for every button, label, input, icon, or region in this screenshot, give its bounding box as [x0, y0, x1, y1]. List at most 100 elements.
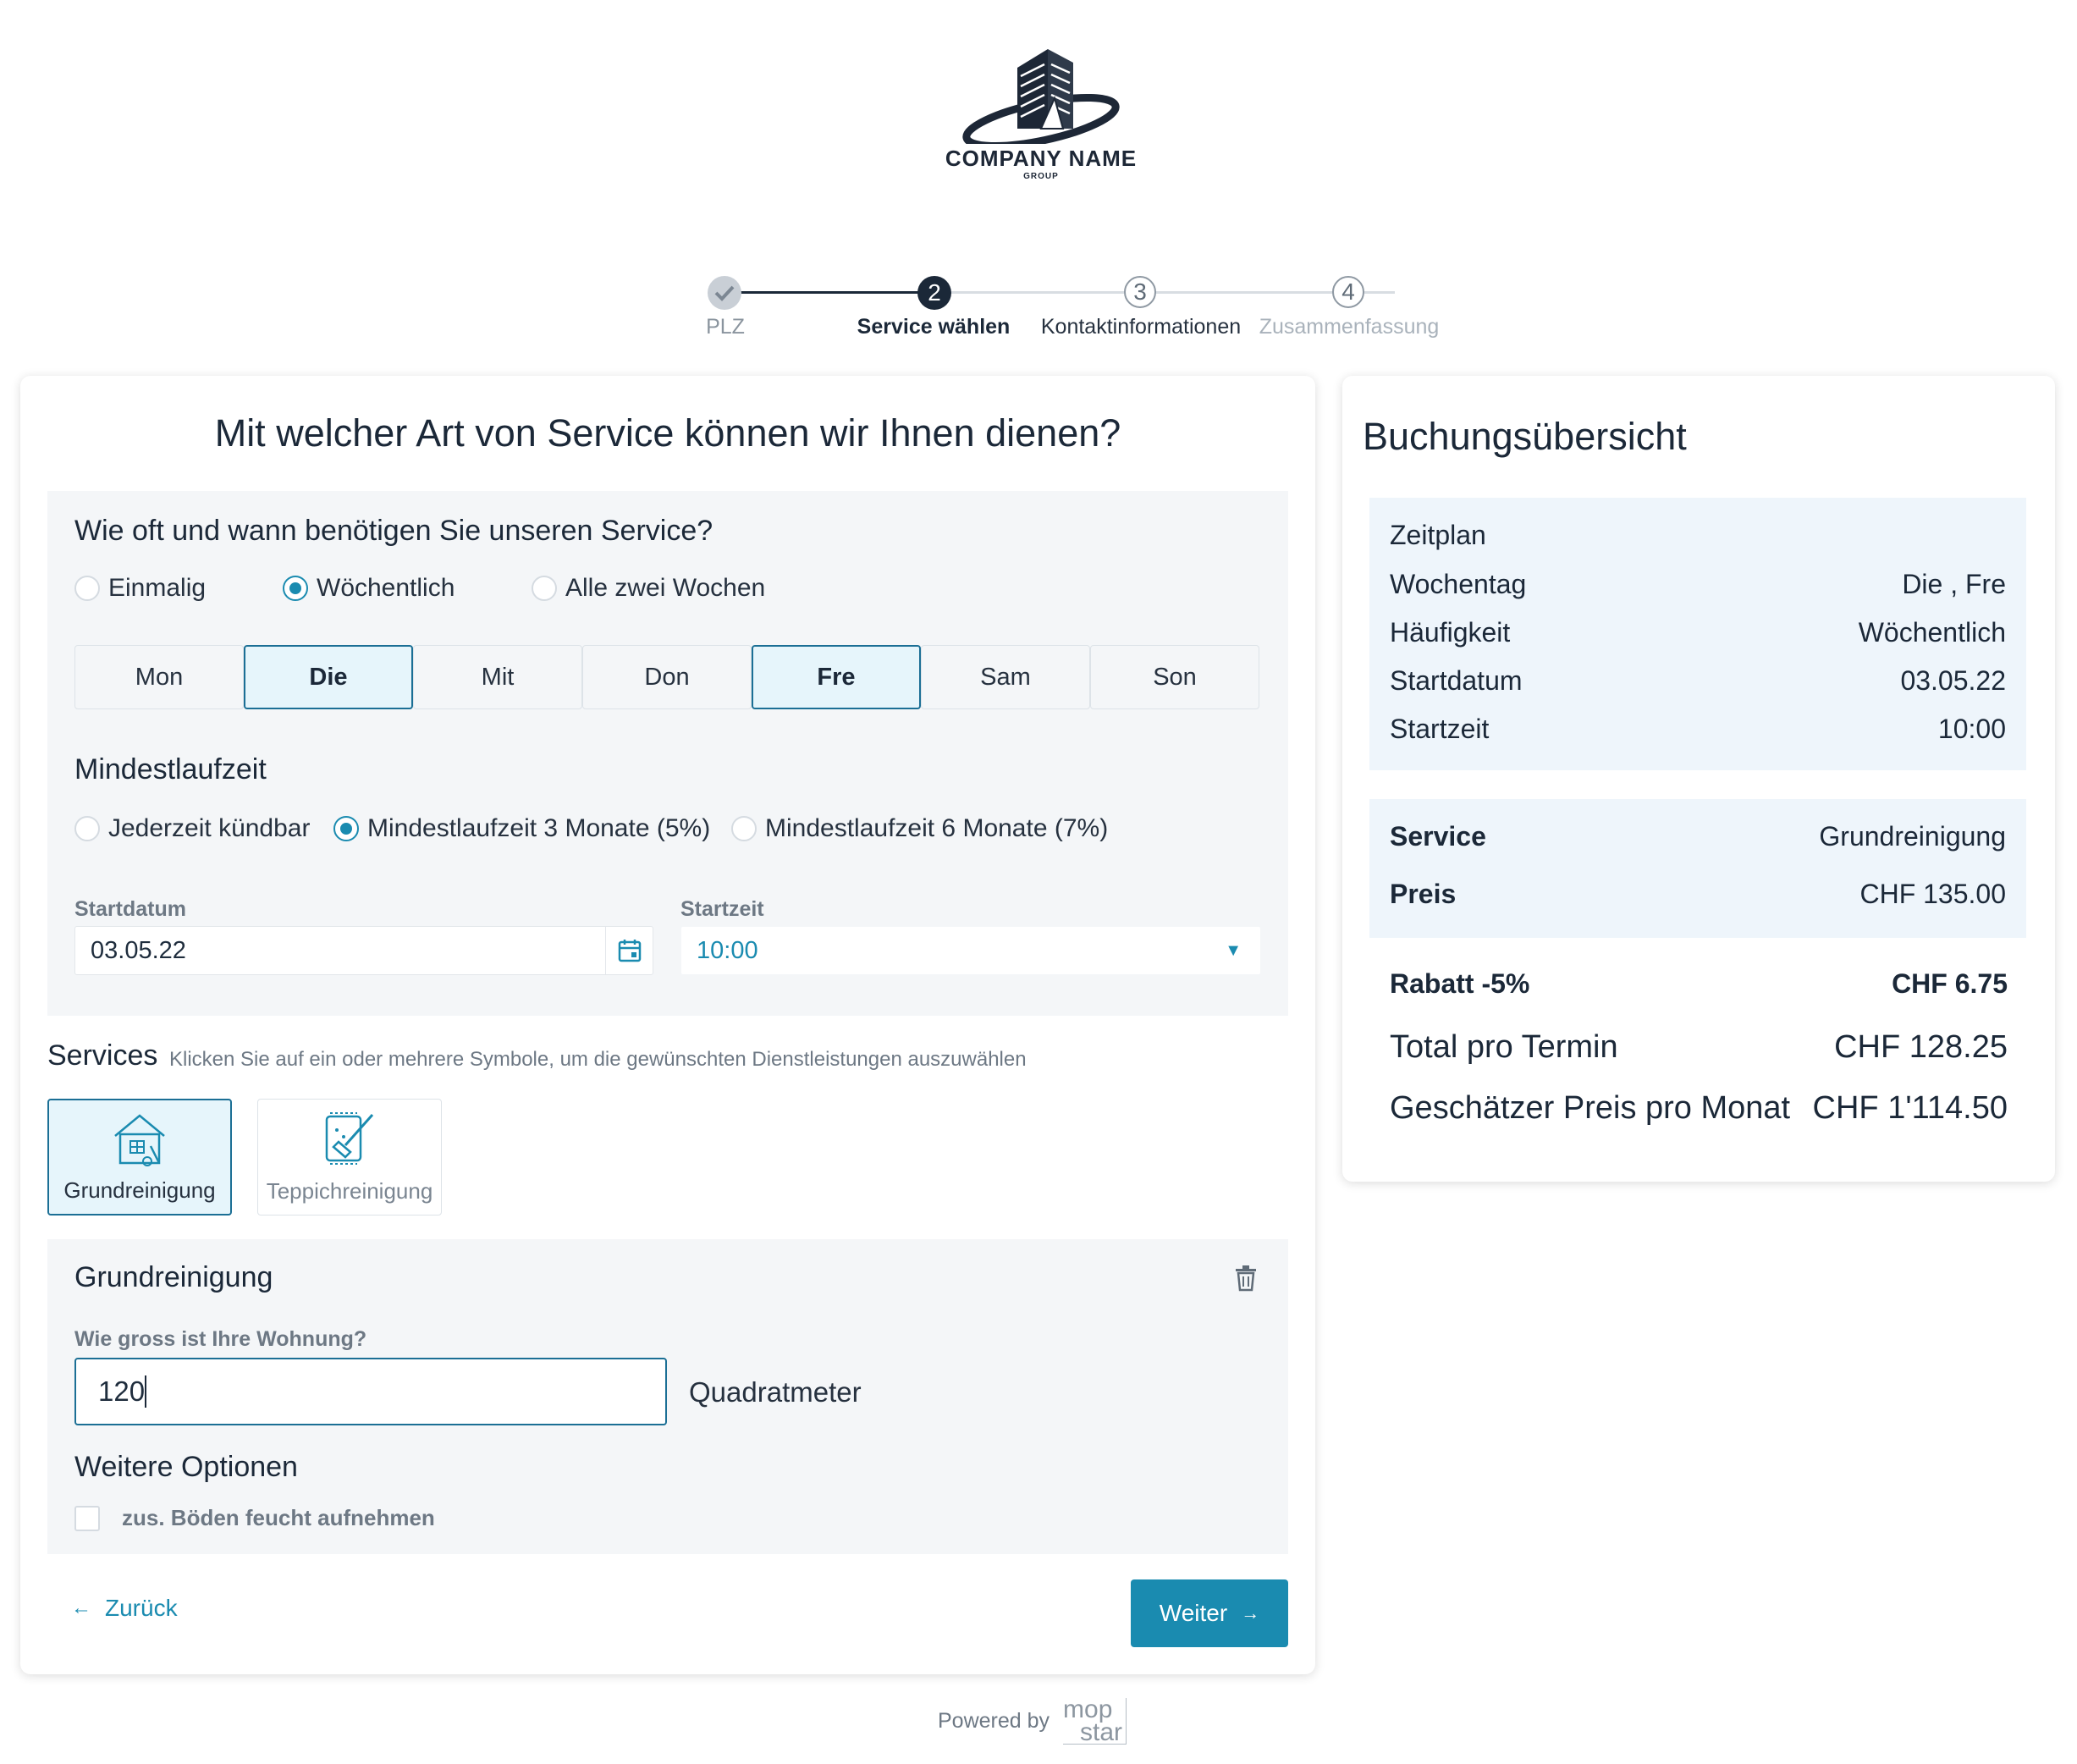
row-key: Startzeit — [1390, 714, 1490, 744]
company-name: COMPANY NAME — [945, 146, 1138, 171]
step-1-check-icon[interactable] — [708, 276, 741, 310]
day-die[interactable]: Die — [244, 645, 413, 709]
radio-circle-selected[interactable] — [283, 576, 308, 601]
monthly-row: Geschätzer Preis pro Monat CHF 1'114.50 — [1390, 1090, 2008, 1127]
day-don[interactable]: Don — [582, 645, 752, 709]
radio-woechentlich[interactable]: Wöchentlich — [283, 574, 455, 603]
detail-heading: Grundreinigung — [74, 1261, 273, 1293]
row-value: CHF 128.25 — [1834, 1029, 2008, 1065]
size-value: 120 — [98, 1375, 146, 1407]
dropdown-arrow-icon[interactable]: ▼ — [1225, 941, 1242, 961]
radio-einmalig[interactable]: Einmalig — [74, 574, 206, 603]
option-checkbox[interactable] — [74, 1505, 100, 1531]
step-4-dot[interactable]: 4 — [1332, 276, 1364, 308]
booking-summary-card: Buchungsübersicht Zeitplan Wochentag Die … — [1342, 376, 2055, 1182]
next-button[interactable]: Weiter → — [1131, 1579, 1288, 1647]
row-key: Geschätzer Preis pro Monat — [1390, 1090, 1791, 1126]
radio-label: Mindestlaufzeit 3 Monate (5%) — [367, 814, 711, 842]
row-value: CHF 135.00 — [1859, 879, 2006, 909]
step-3-label: Kontaktinformationen — [1040, 315, 1242, 339]
radio-label: Einmalig — [108, 574, 207, 602]
row-key: Häufigkeit — [1390, 617, 1511, 648]
row-key: Total pro Termin — [1390, 1029, 1618, 1065]
calendar-icon[interactable] — [605, 927, 653, 974]
radio-6-monate[interactable]: Mindestlaufzeit 6 Monate (7%) — [731, 814, 1108, 843]
radio-label: Mindestlaufzeit 6 Monate (7%) — [765, 814, 1109, 842]
row-value: 10:00 — [1937, 714, 2006, 744]
row-key: Service — [1390, 821, 1486, 852]
powered-by-label: Powered by — [938, 1709, 1050, 1733]
radio-label: Wöchentlich — [317, 574, 455, 602]
page-title: Mit welcher Art von Service können wir I… — [214, 411, 1121, 455]
mopstar-bottom: star — [1080, 1718, 1123, 1746]
step-4-label: Zusammenfassung — [1259, 315, 1440, 339]
day-sam[interactable]: Sam — [921, 645, 1090, 709]
row-value: Grundreinigung — [1819, 821, 2006, 852]
service-price-panel: Service Grundreinigung Preis CHF 135.00 — [1369, 799, 2026, 938]
weekday-selector: Mon Die Mit Don Fre Sam Son — [74, 645, 1261, 709]
row-value: 03.05.22 — [1900, 665, 2006, 696]
radio-circle[interactable] — [74, 576, 100, 601]
building-logo-icon — [962, 49, 1120, 144]
day-mit[interactable]: Mit — [413, 645, 582, 709]
schedule-heading-text: Zeitplan — [1390, 520, 1486, 550]
service-tile-grundreinigung[interactable]: Grundreinigung — [47, 1099, 232, 1216]
frequency-panel: Wie oft und wann benötigen Sie unseren S… — [47, 491, 1288, 1016]
price-row: Preis CHF 135.00 — [1390, 879, 2006, 910]
schedule-row: Startdatum 03.05.22 — [1390, 665, 2006, 697]
summary-title: Buchungsübersicht — [1363, 415, 1687, 458]
company-sub: GROUP — [1023, 172, 1059, 181]
row-key: Preis — [1390, 879, 1457, 909]
mopstar-logo: mop star — [1063, 1697, 1127, 1746]
radio-jederzeit[interactable]: Jederzeit kündbar — [74, 814, 310, 843]
duration-heading: Mindestlaufzeit — [74, 753, 267, 786]
schedule-heading: Zeitplan — [1390, 520, 2006, 551]
progress-stepper: 2 3 4 PLZ Service wählen Kontaktinformat… — [677, 271, 1456, 347]
frequency-heading: Wie oft und wann benötigen Sie unseren S… — [74, 515, 713, 547]
schedule-panel: Zeitplan Wochentag Die , Fre Häufigkeit Wö… — [1369, 498, 2026, 770]
stepper-line-todo — [934, 291, 1395, 294]
option-label: zus. Böden feucht aufnehmen — [122, 1505, 435, 1530]
row-value: Wöchentlich — [1858, 617, 2006, 648]
company-logo: COMPANY NAME GROUP — [923, 34, 1160, 203]
discount-row: Rabatt -5% CHF 6.75 — [1390, 968, 2008, 1000]
start-date-input[interactable]: 03.05.22 — [74, 926, 653, 975]
step-2-label: Service wählen — [857, 315, 1011, 339]
row-key: Rabatt -5% — [1390, 968, 1530, 999]
options-heading: Weitere Optionen — [74, 1451, 298, 1483]
radio-circle[interactable] — [532, 576, 557, 601]
services-heading: Services — [47, 1039, 158, 1072]
text-cursor — [145, 1375, 147, 1408]
radio-circle[interactable] — [74, 816, 100, 841]
radio-circle-selected[interactable] — [333, 816, 359, 841]
step-2-dot[interactable]: 2 — [917, 276, 951, 310]
radio-label: Alle zwei Wochen — [565, 574, 766, 602]
service-tile-label: Teppichreinigung — [266, 1178, 433, 1204]
arrow-left-icon: ← — [71, 1596, 91, 1619]
start-date-value: 03.05.22 — [91, 936, 186, 964]
back-button[interactable]: ← Zurück — [71, 1595, 178, 1622]
start-time-select[interactable]: 10:00 ▼ — [680, 926, 1261, 975]
schedule-row: Startzeit 10:00 — [1390, 714, 2006, 745]
schedule-row: Wochentag Die , Fre — [1390, 569, 2006, 600]
back-label: Zurück — [105, 1595, 178, 1621]
day-fre[interactable]: Fre — [752, 645, 921, 709]
radio-3-monate[interactable]: Mindestlaufzeit 3 Monate (5%) — [333, 814, 710, 843]
next-label: Weiter — [1159, 1600, 1228, 1626]
carpet-cleaning-icon — [325, 1112, 374, 1165]
option-checkbox-row[interactable]: zus. Böden feucht aufnehmen — [74, 1505, 435, 1531]
day-mon[interactable]: Mon — [74, 645, 244, 709]
stepper-line-done — [724, 291, 934, 294]
service-row: Service Grundreinigung — [1390, 821, 2006, 852]
radio-circle[interactable] — [731, 816, 757, 841]
radio-alle-zwei-wochen[interactable]: Alle zwei Wochen — [532, 574, 765, 603]
step-3-dot[interactable]: 3 — [1124, 276, 1156, 308]
start-date-label: Startdatum — [74, 897, 186, 921]
size-input[interactable]: 120 — [74, 1358, 667, 1425]
trash-icon[interactable] — [1234, 1265, 1258, 1296]
service-tile-teppichreinigung[interactable]: Teppichreinigung — [257, 1099, 442, 1216]
day-son[interactable]: Son — [1090, 645, 1259, 709]
size-unit: Quadratmeter — [689, 1376, 862, 1408]
row-key: Wochentag — [1390, 569, 1527, 599]
row-value: CHF 6.75 — [1892, 968, 2008, 999]
